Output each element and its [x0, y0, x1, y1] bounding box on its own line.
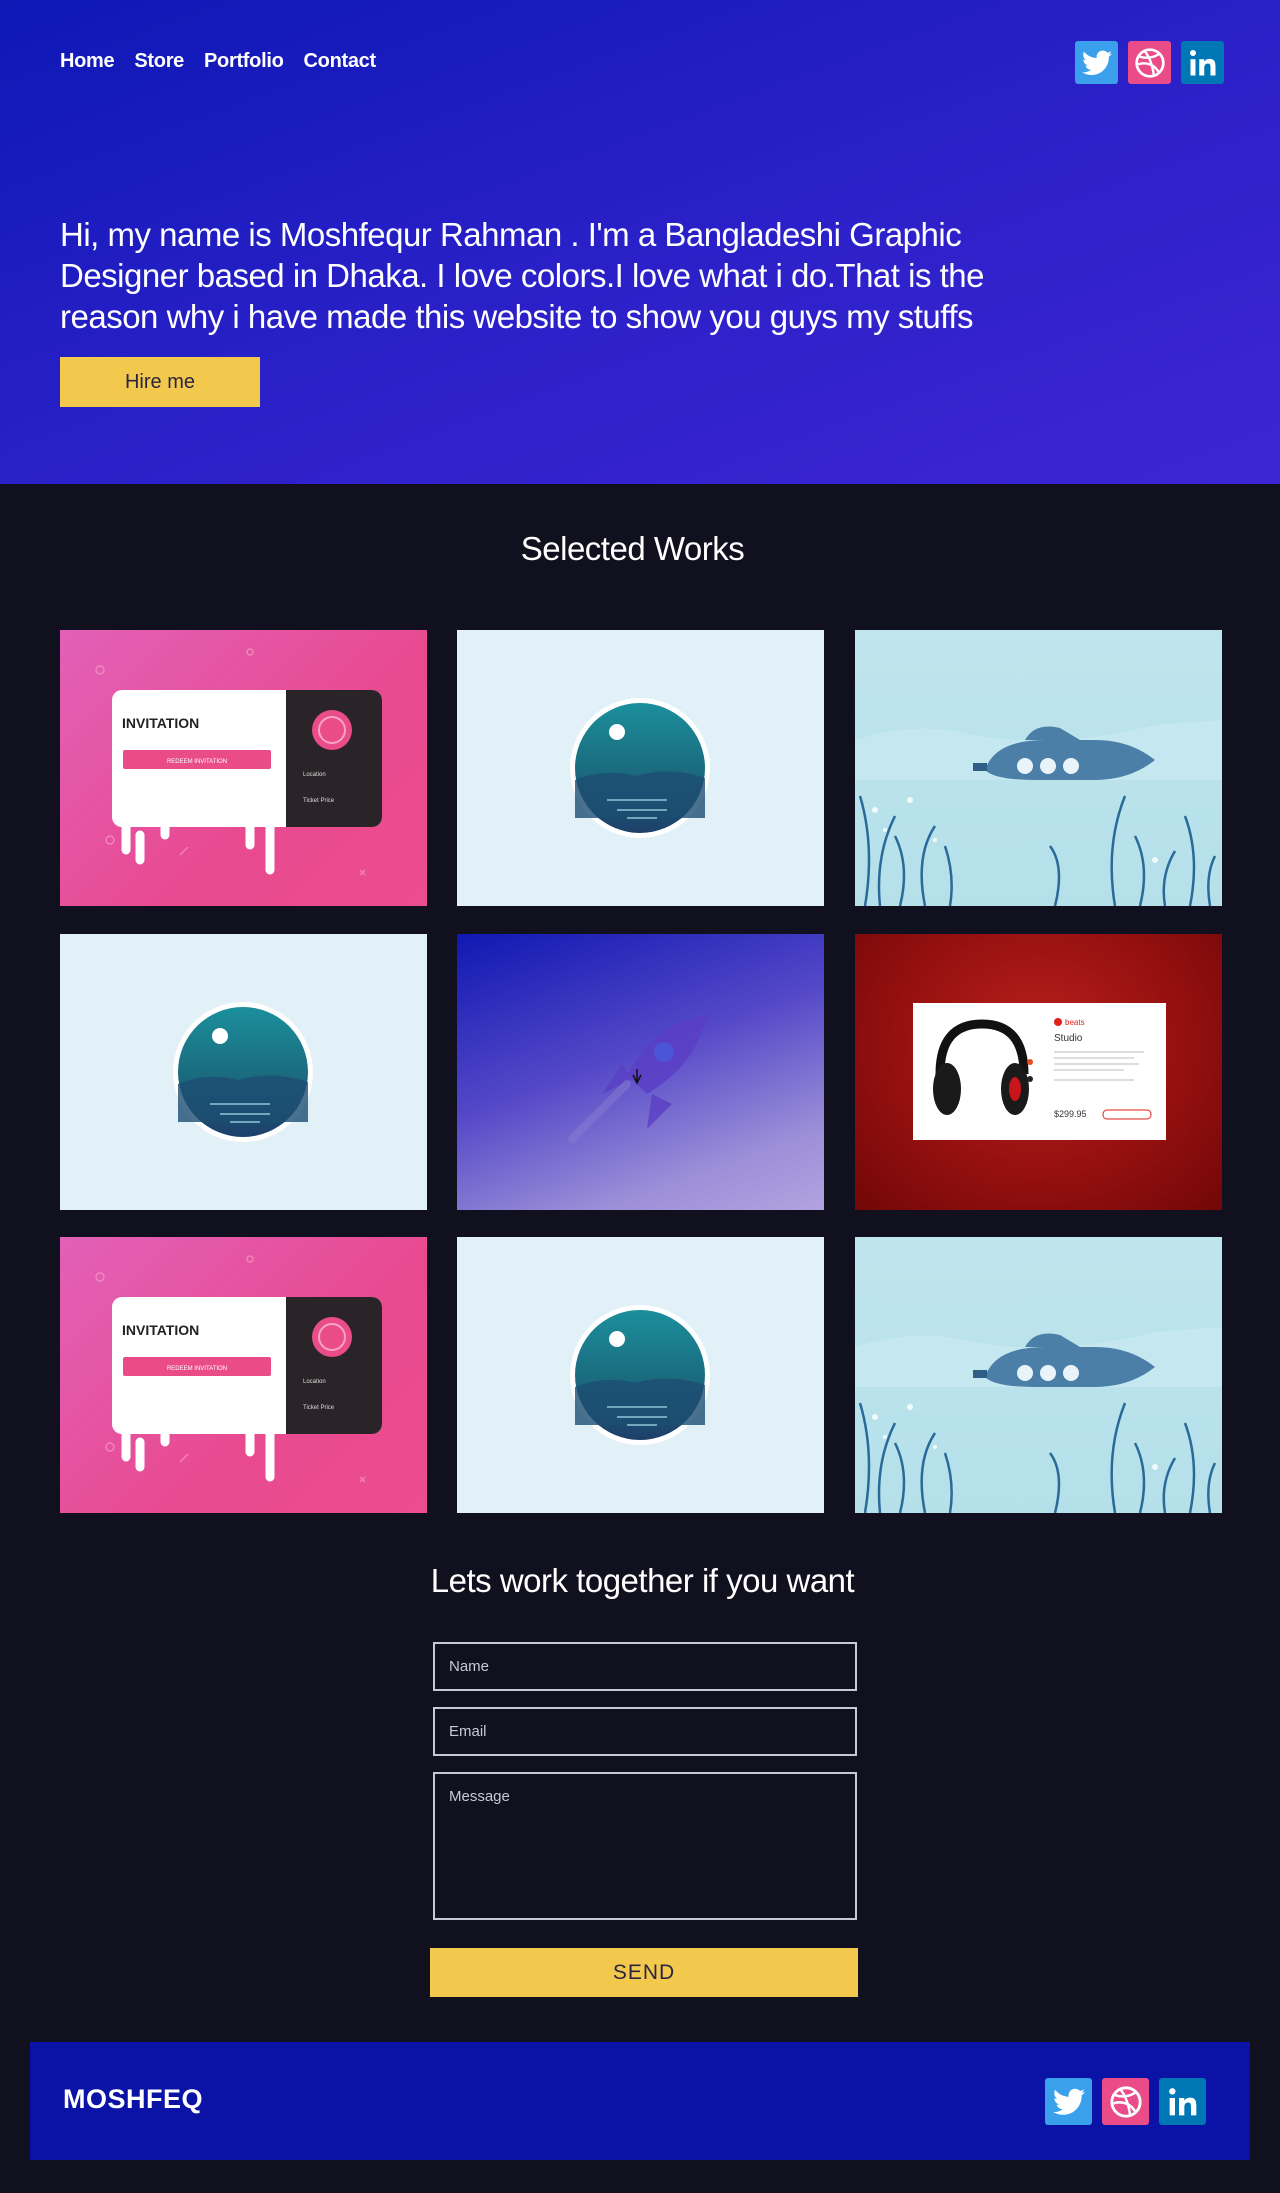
rocket-illustration	[568, 1014, 707, 1143]
work-tile-rocket[interactable]	[457, 934, 824, 1210]
work-tile-moon[interactable]	[457, 1237, 824, 1513]
invitation-title: INVITATION	[122, 1322, 199, 1338]
work-tile-submarine[interactable]	[855, 630, 1222, 906]
footer: MOSHFEQ	[30, 2042, 1250, 2160]
nav-store-link[interactable]: Store	[134, 50, 184, 73]
hero-section: Home Store Portfolio Contact Hi, my name…	[0, 0, 1280, 484]
twitter-icon[interactable]	[1075, 41, 1118, 84]
email-field[interactable]	[433, 1707, 857, 1756]
work-tile-moon[interactable]	[457, 630, 824, 906]
invitation-location: Location	[303, 1379, 326, 1385]
name-field[interactable]	[433, 1642, 857, 1691]
dribbble-icon[interactable]	[1102, 2078, 1149, 2125]
product-name: Studio	[1054, 1033, 1083, 1044]
moon-illustration	[173, 1002, 313, 1142]
submarine-illustration	[855, 720, 1222, 906]
linkedin-icon[interactable]	[1159, 2078, 1206, 2125]
message-field[interactable]	[433, 1772, 857, 1920]
invitation-illustration: REDEEM INVITATION INVITATION Location Ti…	[95, 648, 382, 876]
invitation-title: INVITATION	[122, 715, 199, 731]
work-tile-moon[interactable]	[60, 934, 427, 1210]
invitation-ticket: Ticket Price	[303, 798, 335, 804]
work-tile-invitation[interactable]: REDEEM INVITATION INVITATION Location Ti…	[60, 1237, 427, 1513]
footer-social-links	[1045, 2078, 1206, 2125]
headphones-illustration: beats Studio $299.95	[913, 1003, 1166, 1140]
product-brand: beats	[1065, 1018, 1085, 1027]
nav-contact-link[interactable]: Contact	[304, 50, 377, 73]
linkedin-icon[interactable]	[1181, 41, 1224, 84]
work-tile-invitation[interactable]: REDEEM INVITATION INVITATION Location Ti…	[60, 630, 427, 906]
main-nav: Home Store Portfolio Contact	[60, 50, 376, 73]
invitation-illustration: REDEEM INVITATION INVITATION Location Ti…	[95, 1255, 382, 1483]
product-price: $299.95	[1054, 1109, 1087, 1119]
twitter-icon[interactable]	[1045, 2078, 1092, 2125]
invitation-ticket: Ticket Price	[303, 1405, 335, 1411]
intro-text: Hi, my name is Moshfequr Rahman . I'm a …	[60, 216, 985, 335]
moon-illustration	[570, 698, 710, 838]
dribbble-icon[interactable]	[1128, 41, 1171, 84]
send-button[interactable]: SEND	[430, 1948, 858, 1997]
invitation-location: Location	[303, 772, 326, 778]
nav-portfolio-link[interactable]: Portfolio	[204, 50, 284, 73]
selected-works-title: Selected Works	[520, 530, 745, 567]
invitation-button-text: REDEEM INVITATION	[167, 1366, 227, 1372]
footer-brand: MOSHFEQ	[63, 2084, 204, 2114]
hire-me-button[interactable]: Hire me	[60, 357, 260, 407]
contact-title: Lets work together if you want	[430, 1562, 855, 1599]
work-tile-headphones[interactable]: beats Studio $299.95	[855, 934, 1222, 1210]
moon-illustration	[570, 1305, 710, 1445]
header-social-links	[1075, 41, 1224, 84]
invitation-button-text: REDEEM INVITATION	[167, 759, 227, 765]
work-tile-submarine[interactable]	[855, 1237, 1222, 1513]
submarine-illustration	[855, 1327, 1222, 1513]
nav-home-link[interactable]: Home	[60, 50, 115, 73]
